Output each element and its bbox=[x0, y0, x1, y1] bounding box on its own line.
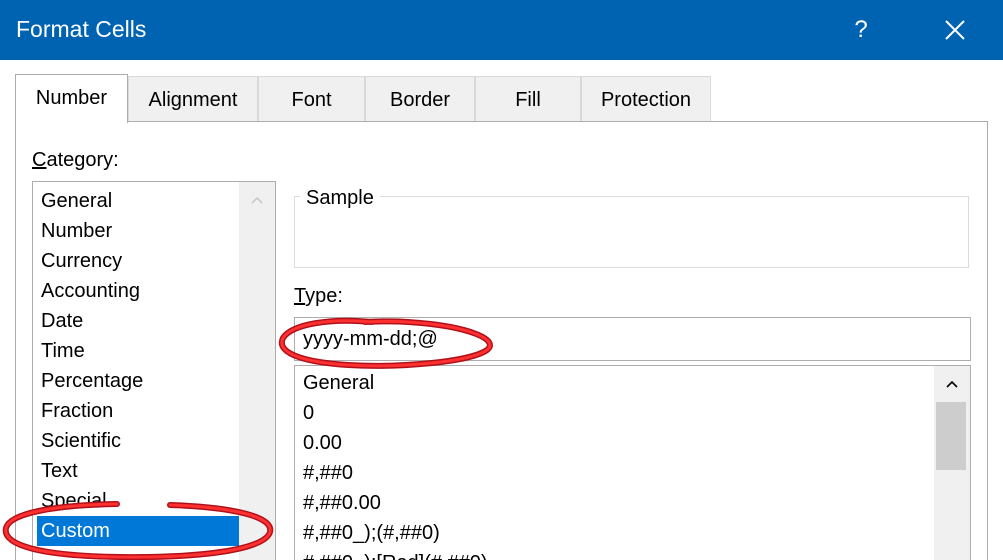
close-icon bbox=[945, 20, 965, 40]
chevron-up-icon[interactable] bbox=[946, 380, 958, 388]
category-item-time[interactable]: Time bbox=[37, 336, 239, 366]
format-item[interactable]: General bbox=[303, 368, 374, 398]
format-scrollbar[interactable] bbox=[934, 366, 970, 560]
help-button[interactable]: ? bbox=[836, 8, 886, 52]
category-item-percentage[interactable]: Percentage bbox=[37, 366, 239, 396]
tab-fill[interactable]: Fill bbox=[475, 76, 581, 122]
format-item[interactable]: #,##0_);(#,##0) bbox=[303, 518, 440, 548]
tab-protection[interactable]: Protection bbox=[581, 76, 711, 122]
format-item[interactable]: 0.00 bbox=[303, 428, 342, 458]
format-item[interactable]: #,##0.00 bbox=[303, 488, 381, 518]
category-item-special[interactable]: Special bbox=[37, 486, 239, 516]
format-item[interactable]: 0 bbox=[303, 398, 314, 428]
category-item-date[interactable]: Date bbox=[37, 306, 239, 336]
category-item-number[interactable]: Number bbox=[37, 216, 239, 246]
category-item-currency[interactable]: Currency bbox=[37, 246, 239, 276]
category-item-general[interactable]: General bbox=[37, 186, 239, 216]
sample-label: Sample bbox=[300, 187, 380, 210]
category-item-custom[interactable]: Custom bbox=[37, 516, 239, 546]
chevron-up-icon[interactable] bbox=[251, 196, 263, 204]
category-item-scientific[interactable]: Scientific bbox=[37, 426, 239, 456]
tab-alignment[interactable]: Alignment bbox=[128, 76, 258, 122]
category-item-fraction[interactable]: Fraction bbox=[37, 396, 239, 426]
tab-border[interactable]: Border bbox=[365, 76, 475, 122]
format-code-list[interactable]: General 0 0.00 #,##0 #,##0.00 #,##0_);(#… bbox=[294, 365, 971, 560]
type-label-rest: ype: bbox=[305, 285, 343, 307]
format-item[interactable]: #,##0_);[Red](#,##0) bbox=[303, 548, 488, 560]
category-label-accesskey: C bbox=[32, 149, 47, 171]
category-item-accounting[interactable]: Accounting bbox=[37, 276, 239, 306]
tab-strip: Number Alignment Font Border Fill Protec… bbox=[15, 74, 735, 123]
category-list[interactable]: General Number Currency Accounting Date … bbox=[32, 181, 276, 560]
type-input[interactable] bbox=[294, 317, 971, 361]
category-item-text[interactable]: Text bbox=[37, 456, 239, 486]
sample-group bbox=[294, 196, 969, 268]
close-button[interactable] bbox=[928, 8, 982, 52]
category-label-rest: ategory: bbox=[46, 149, 119, 171]
type-label-accesskey: T bbox=[294, 285, 306, 307]
type-label: Type: bbox=[294, 285, 343, 308]
format-item[interactable]: #,##0 bbox=[303, 458, 353, 488]
category-scrollbar[interactable] bbox=[239, 182, 275, 560]
tab-number[interactable]: Number bbox=[15, 74, 128, 123]
title-bar: Format Cells ? bbox=[0, 0, 1003, 60]
window-title: Format Cells bbox=[16, 16, 147, 42]
category-label: Category: bbox=[32, 149, 119, 172]
tab-font[interactable]: Font bbox=[258, 76, 365, 122]
format-scrollbar-thumb[interactable] bbox=[936, 402, 966, 470]
